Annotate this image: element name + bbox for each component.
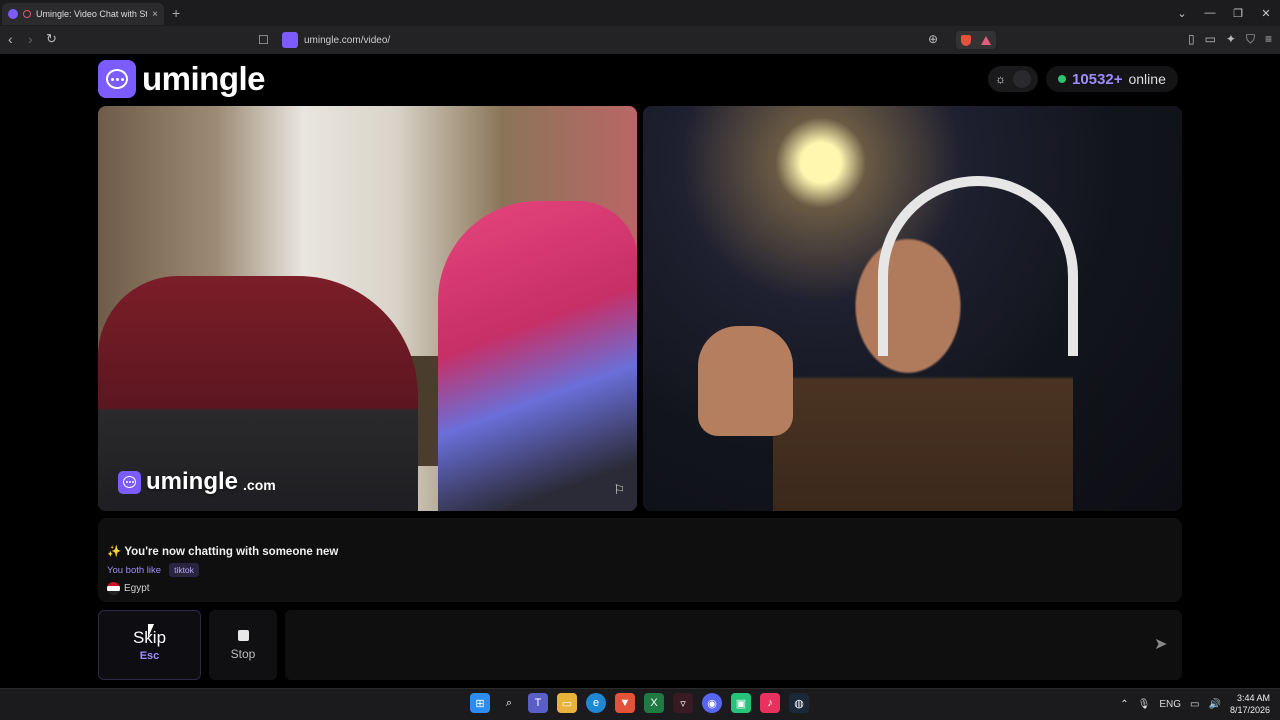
mouse-cursor	[148, 624, 154, 638]
clock-date: 8/17/2026	[1229, 705, 1270, 715]
message-input[interactable]	[285, 610, 1182, 680]
chat-panel: ✨ You're now chatting with someone new Y…	[98, 518, 1182, 602]
taskbar-apps: ⊞ ⌕ T ▭ e ▼ X ▿ ◉ ▣ ♪ ◍	[470, 693, 809, 713]
steam-icon[interactable]: ◍	[789, 693, 809, 713]
minimize-button[interactable]: —	[1196, 7, 1224, 19]
bookmark-icon[interactable]: ☐	[258, 33, 278, 47]
toggle-knob	[1013, 70, 1031, 88]
window-controls: ⌄ — ❐ ✕	[1168, 0, 1280, 26]
tab-search-icon[interactable]: ⌄	[1168, 7, 1196, 20]
send-icon[interactable]: ➤	[1154, 634, 1167, 654]
country-name: Egypt	[124, 583, 150, 594]
site-info-icon[interactable]	[282, 32, 298, 48]
fist-shape	[698, 326, 793, 436]
address-bar: ‹ › ↻ ☐ umingle.com/video/ ⊕ ▯ ▭ ✦ ⛉ ≡	[0, 26, 1280, 54]
watermark-word: umingle	[146, 468, 239, 495]
sidebar-icon[interactable]: ▯	[1188, 32, 1195, 47]
watermark-logo-icon	[118, 470, 141, 494]
umingle-favicon-icon	[8, 9, 18, 19]
chat-status: ✨ You're now chatting with someone new	[107, 544, 1173, 558]
url-box[interactable]: ☐ umingle.com/video/ ⊕	[258, 28, 998, 52]
tray-overflow-icon[interactable]: ⌃	[1120, 699, 1128, 710]
microphone-icon[interactable]: 🎙	[1138, 699, 1151, 710]
site-logo[interactable]: umingle	[98, 60, 266, 98]
interest-tag: tiktok	[169, 563, 199, 577]
online-counter: 10532+ online	[1046, 66, 1178, 92]
common-label: You both like	[107, 564, 162, 576]
online-dot-icon	[1058, 75, 1066, 83]
browser-tab[interactable]: Umingle: Video Chat with Str ×	[2, 3, 164, 25]
watermark-domain: .com	[243, 477, 276, 493]
skip-shortcut: Esc	[139, 650, 160, 662]
tab-title: Umingle: Video Chat with Str	[36, 9, 148, 19]
common-interests: You both like tiktok	[107, 563, 1173, 577]
taskbar: ⊞ ⌕ T ▭ e ▼ X ▿ ◉ ▣ ♪ ◍ ⌃ 🎙 ENG ▭ 🔊 3:44…	[0, 688, 1280, 720]
brave-icon[interactable]: ▼	[615, 693, 635, 713]
chat-bubble-logo-icon	[98, 60, 136, 98]
wallet-icon[interactable]: ▭	[1205, 32, 1216, 47]
discord-icon[interactable]: ◉	[702, 693, 722, 713]
logo-text: umingle	[142, 60, 266, 97]
network-icon[interactable]: ▭	[1190, 699, 1199, 710]
url-text[interactable]: umingle.com/video/	[304, 35, 390, 46]
excel-icon[interactable]: X	[644, 693, 664, 713]
app-icon[interactable]: ▿	[673, 693, 693, 713]
vpn-shield-icon[interactable]: ⛉	[1246, 32, 1255, 47]
umingle-page: umingle ☼ 10532+ online umingle .com ⚐ ✨	[0, 54, 1280, 688]
skip-button[interactable]: Skip Esc	[98, 610, 201, 680]
sparkle-icon: ✨	[107, 546, 122, 558]
brave-rewards-icon[interactable]	[981, 35, 991, 45]
recording-indicator-icon	[23, 10, 31, 18]
leo-ai-icon[interactable]: ✦	[1226, 32, 1236, 47]
browser-toolbar-right: ▯ ▭ ✦ ⛉ ≡	[1188, 32, 1272, 47]
egypt-flag-icon	[107, 582, 120, 595]
stranger-country: Egypt	[107, 582, 1173, 595]
chat-status-text: You're now chatting with someone new	[124, 546, 339, 558]
self-video	[643, 106, 1182, 511]
new-tab-button[interactable]: +	[172, 5, 180, 21]
umingle-watermark: umingle .com	[118, 468, 276, 496]
stop-button[interactable]: Stop	[209, 610, 277, 680]
reload-icon[interactable]: ↻	[46, 31, 57, 47]
theme-toggle[interactable]: ☼	[988, 66, 1038, 92]
menu-icon[interactable]: ≡	[1265, 32, 1272, 47]
stranger-video: umingle .com ⚐	[98, 106, 637, 511]
back-icon[interactable]: ‹	[8, 31, 13, 47]
teams-icon[interactable]: T	[528, 693, 548, 713]
forward-icon[interactable]: ›	[28, 31, 33, 47]
volume-icon[interactable]: 🔊	[1209, 699, 1221, 710]
stop-icon	[237, 629, 249, 641]
browser-tab-bar: Umingle: Video Chat with Str × + ⌄ — ❐ ✕	[0, 0, 1280, 26]
restore-button[interactable]: ❐	[1224, 7, 1252, 20]
clock-time: 3:44 AM	[1236, 693, 1270, 703]
stranger-person-2	[438, 201, 637, 511]
close-window-button[interactable]: ✕	[1252, 7, 1280, 20]
edge-icon[interactable]: e	[586, 693, 606, 713]
stop-label: Stop	[230, 646, 256, 661]
brave-shield-icon[interactable]	[961, 34, 971, 46]
language-indicator[interactable]: ENG	[1159, 699, 1181, 710]
sun-icon: ☼	[995, 72, 1006, 86]
tab-close-icon[interactable]: ×	[152, 9, 158, 20]
brave-shields[interactable]	[956, 31, 996, 49]
online-label: online	[1128, 71, 1166, 87]
system-tray: ⌃ 🎙 ENG ▭ 🔊 3:44 AM 8/17/2026	[1120, 692, 1270, 716]
file-explorer-icon[interactable]: ▭	[557, 693, 577, 713]
search-icon[interactable]: ⌕	[499, 693, 519, 713]
online-count: 10532+	[1072, 70, 1123, 88]
tiktok-icon[interactable]: ♪	[760, 693, 780, 713]
windows-start-icon[interactable]: ⊞	[470, 693, 490, 713]
zoom-icon[interactable]: ⊕	[928, 32, 938, 46]
messenger-app-icon[interactable]: ▣	[731, 693, 751, 713]
report-flag-icon[interactable]: ⚐	[613, 482, 625, 498]
clock[interactable]: 3:44 AM 8/17/2026	[1230, 692, 1270, 716]
